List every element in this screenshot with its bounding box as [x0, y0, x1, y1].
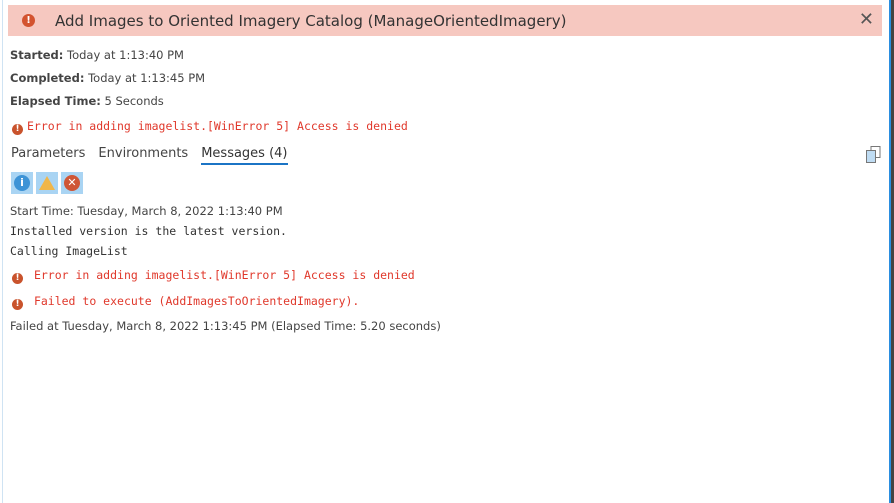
tab-messages[interactable]: Messages (4)	[201, 146, 288, 165]
tab-bar: Parameters Environments Messages (4)	[11, 146, 288, 165]
close-button[interactable]: ✕	[859, 9, 874, 30]
started-label: Started:	[10, 48, 64, 62]
warning-icon	[39, 176, 55, 190]
left-border	[2, 0, 3, 503]
error-header: ! Add Images to Oriented Imagery Catalog…	[8, 5, 882, 36]
error-icon: !	[12, 299, 23, 310]
filter-error-button[interactable]: ✕	[61, 172, 83, 194]
error-icon: !	[22, 14, 35, 27]
copy-icon[interactable]	[866, 146, 881, 163]
message-filters: i ✕	[11, 172, 83, 194]
message-item: Installed version is the latest version.	[10, 224, 287, 238]
message-item: Failed at Tuesday, March 8, 2022 1:13:45…	[10, 319, 441, 333]
error-icon: !	[12, 273, 23, 284]
info-icon: i	[14, 175, 30, 191]
tab-environments[interactable]: Environments	[98, 146, 188, 165]
error-icon: ✕	[64, 175, 80, 191]
elapsed-value: 5 Seconds	[104, 94, 164, 108]
message-item: Calling ImageList	[10, 244, 128, 258]
error-summary: ! Error in adding imagelist.[WinError 5] …	[12, 119, 408, 135]
message-error: ! Failed to execute (AddImagesToOriented…	[12, 294, 359, 310]
message-error: ! Error in adding imagelist.[WinError 5]…	[12, 268, 415, 284]
message-text: Error in adding imagelist.[WinError 5] A…	[33, 268, 415, 282]
error-icon: !	[12, 124, 23, 135]
tab-parameters[interactable]: Parameters	[11, 146, 85, 165]
message-text: Failed to execute (AddImagesToOrientedIm…	[33, 294, 360, 308]
filter-warning-button[interactable]	[36, 172, 58, 194]
started-row: Started: Today at 1:13:40 PM	[10, 48, 184, 62]
completed-label: Completed:	[10, 71, 85, 85]
started-value: Today at 1:13:40 PM	[67, 48, 184, 62]
elapsed-row: Elapsed Time: 5 Seconds	[10, 94, 164, 108]
completed-value: Today at 1:13:45 PM	[88, 71, 206, 85]
completed-row: Completed: Today at 1:13:45 PM	[10, 71, 205, 85]
filter-info-button[interactable]: i	[11, 172, 33, 194]
elapsed-label: Elapsed Time:	[10, 94, 101, 108]
tool-title: Add Images to Oriented Imagery Catalog (…	[55, 11, 567, 30]
error-text: Error in adding imagelist.[WinError 5] A…	[27, 119, 408, 133]
message-item: Start Time: Tuesday, March 8, 2022 1:13:…	[10, 204, 283, 218]
